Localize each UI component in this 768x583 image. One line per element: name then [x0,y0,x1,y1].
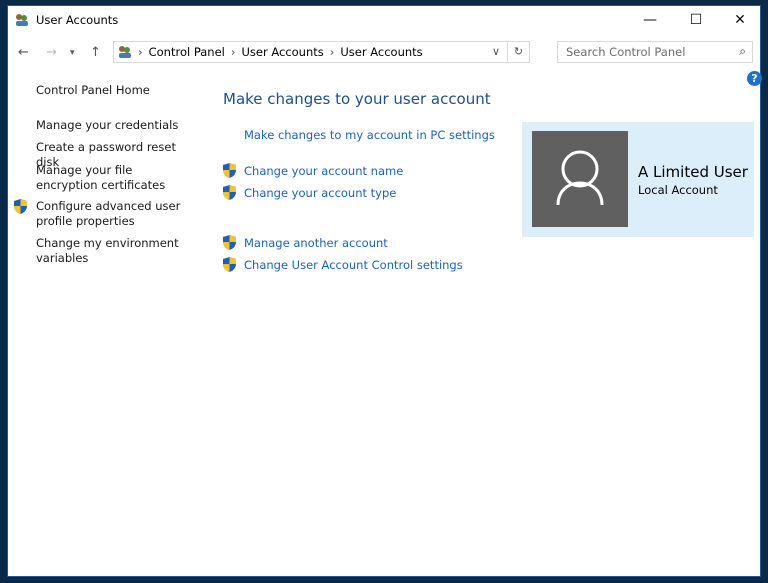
manage-another-account-link[interactable]: Manage another account [244,236,388,250]
minimize-button[interactable]: — [628,6,672,34]
change-account-name-link[interactable]: Change your account name [244,164,403,178]
sidebar-item-environment-variables[interactable]: Change my environment variables [36,236,196,266]
chevron-right-icon: › [230,45,236,59]
pc-settings-link[interactable]: Make changes to my account in PC setting… [244,128,495,142]
breadcrumb-user-accounts-current[interactable]: User Accounts [340,45,422,59]
uac-shield-icon [223,185,236,200]
account-type: Local Account [638,183,718,197]
sidebar-item-file-encryption[interactable]: Manage your file encryption certificates [36,163,196,193]
maximize-button[interactable]: ☐ [674,6,718,34]
uac-shield-icon [14,199,27,214]
chevron-right-icon: › [329,45,335,59]
account-card: A Limited User Local Account [522,122,754,237]
refresh-icon[interactable]: ↻ [507,42,529,62]
page-title: Make changes to your user account [223,90,491,108]
user-icon [556,150,604,206]
breadcrumb-control-panel[interactable]: Control Panel [149,45,225,59]
user-accounts-icon [119,46,131,58]
help-icon[interactable]: ? [747,71,762,86]
sidebar-item-manage-credentials[interactable]: Manage your credentials [36,118,196,133]
sidebar-item-control-panel-home[interactable]: Control Panel Home [36,83,196,98]
account-name: A Limited User [638,163,748,181]
sidebar-item-advanced-profile[interactable]: Configure advanced user profile properti… [36,199,196,229]
change-account-type-link[interactable]: Change your account type [244,186,396,200]
user-accounts-icon [16,14,28,26]
forward-button[interactable]: → [46,42,57,64]
user-accounts-window: User Accounts — ☐ ✕ ← → ▾ ↑ › Control Pa… [7,5,762,577]
uac-settings-link[interactable]: Change User Account Control settings [244,258,463,272]
up-button[interactable]: ↑ [90,42,101,64]
search-icon[interactable]: ⌕ [739,44,746,59]
address-bar[interactable]: › Control Panel › User Accounts › User A… [113,41,530,63]
uac-shield-icon [223,257,236,272]
chevron-right-icon: › [138,45,143,59]
breadcrumb-user-accounts[interactable]: User Accounts [241,45,323,59]
search-input[interactable]: Search Control Panel ⌕ [557,41,753,63]
close-button[interactable]: ✕ [718,6,762,34]
window-title: User Accounts [36,13,119,27]
title-bar: User Accounts — ☐ ✕ [8,6,760,36]
avatar [532,131,628,227]
search-placeholder: Search Control Panel [566,45,686,59]
back-button[interactable]: ← [18,42,29,64]
uac-shield-icon [223,163,236,178]
recent-locations-button[interactable]: ▾ [70,42,75,64]
chevron-down-icon[interactable]: ∨ [485,42,507,62]
uac-shield-icon [223,235,236,250]
